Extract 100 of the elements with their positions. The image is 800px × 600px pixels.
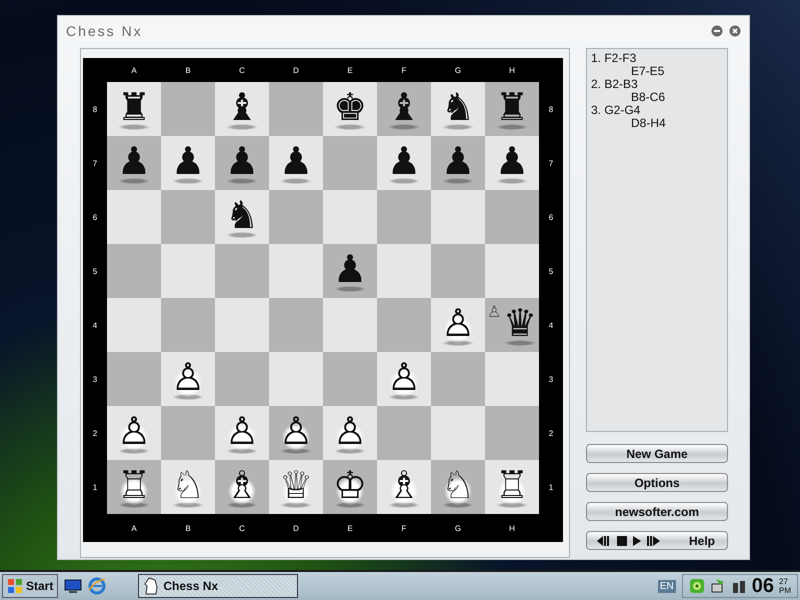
board-square[interactable]	[323, 190, 377, 244]
board-square[interactable]: ♟	[377, 136, 431, 190]
board-square[interactable]	[269, 82, 323, 136]
board-square[interactable]	[161, 82, 215, 136]
board-square[interactable]	[377, 298, 431, 352]
file-label: A	[130, 522, 138, 534]
file-label: D	[292, 522, 300, 534]
play-icon[interactable]	[633, 536, 641, 546]
board-square[interactable]	[485, 406, 539, 460]
board-square[interactable]: ♙♛	[485, 298, 539, 352]
board-square[interactable]	[161, 298, 215, 352]
board-square[interactable]	[431, 190, 485, 244]
browser-icon[interactable]	[88, 577, 106, 595]
board-square[interactable]	[431, 352, 485, 406]
rank-label: 1	[92, 482, 98, 494]
board-square[interactable]: ♖	[485, 460, 539, 514]
board-square[interactable]	[377, 406, 431, 460]
rank-label: 2	[548, 428, 554, 440]
board-square[interactable]	[323, 352, 377, 406]
file-label: C	[238, 64, 246, 76]
board-square[interactable]	[215, 298, 269, 352]
move-text: 3. G2-G4	[591, 104, 642, 117]
flag-icon	[7, 578, 23, 594]
board-square[interactable]: ♘	[161, 460, 215, 514]
board-square[interactable]: ♖	[107, 460, 161, 514]
board-square[interactable]	[161, 190, 215, 244]
board-square[interactable]: ♟	[161, 136, 215, 190]
board-square[interactable]: ♜	[107, 82, 161, 136]
board-square[interactable]: ♚	[323, 82, 377, 136]
rank-label: 4	[92, 320, 98, 332]
menu-button[interactable]: New Game	[586, 444, 728, 463]
board-square[interactable]: ♔	[323, 460, 377, 514]
board-square[interactable]: ♟	[323, 244, 377, 298]
board-square[interactable]: ♘	[431, 460, 485, 514]
board-square[interactable]: ♙	[377, 352, 431, 406]
board-square[interactable]	[485, 352, 539, 406]
board-square[interactable]: ♗	[377, 460, 431, 514]
board-square[interactable]	[323, 298, 377, 352]
rank-label: 1	[548, 482, 554, 494]
board-square[interactable]	[377, 190, 431, 244]
board-square[interactable]	[107, 244, 161, 298]
move-text: 2. B2-B3	[591, 78, 639, 91]
faded-pawn: ♙	[487, 304, 502, 320]
close-icon[interactable]	[729, 25, 741, 37]
board-square[interactable]	[215, 352, 269, 406]
file-label: C	[238, 522, 246, 534]
board-square[interactable]: ♙	[269, 406, 323, 460]
board-square[interactable]	[161, 406, 215, 460]
step-back-icon[interactable]	[597, 536, 611, 546]
board-square[interactable]	[107, 352, 161, 406]
rank-label: 5	[548, 266, 554, 278]
file-label: E	[346, 522, 354, 534]
desktop-icon[interactable]	[64, 578, 82, 594]
start-button[interactable]: Start	[2, 574, 58, 598]
rank-label: 6	[548, 212, 554, 224]
board-square[interactable]: ♙	[431, 298, 485, 352]
board-square[interactable]: ♟	[269, 136, 323, 190]
board-square[interactable]: ♜	[485, 82, 539, 136]
language-indicator[interactable]: EN	[658, 580, 676, 592]
menu-button[interactable]: newsofter.com	[586, 502, 728, 521]
board-square[interactable]	[269, 244, 323, 298]
minimize-icon[interactable]	[711, 25, 723, 37]
rank-label: 3	[548, 374, 554, 386]
board-square[interactable]	[107, 298, 161, 352]
board-square[interactable]	[377, 244, 431, 298]
menu-button[interactable]: Options	[586, 473, 728, 492]
board-square[interactable]: ♝	[377, 82, 431, 136]
rank-label: 8	[548, 104, 554, 116]
board-square[interactable]: ♟	[107, 136, 161, 190]
board-square[interactable]: ♙	[161, 352, 215, 406]
board-square[interactable]: ♙	[215, 406, 269, 460]
board-square[interactable]: ♟	[215, 136, 269, 190]
file-label: D	[292, 64, 300, 76]
file-label: H	[508, 522, 516, 534]
help-button[interactable]: Help	[680, 534, 723, 548]
board-square[interactable]: ♙	[323, 406, 377, 460]
board-square[interactable]: ♞	[215, 190, 269, 244]
board-square[interactable]	[161, 244, 215, 298]
file-label: H	[508, 64, 516, 76]
board-square[interactable]	[269, 298, 323, 352]
board-square[interactable]	[269, 352, 323, 406]
board-square[interactable]: ♝	[215, 82, 269, 136]
board-square[interactable]	[269, 190, 323, 244]
board-square[interactable]: ♟	[431, 136, 485, 190]
rank-label: 4	[548, 320, 554, 332]
board-square[interactable]: ♕	[269, 460, 323, 514]
board-square[interactable]	[107, 190, 161, 244]
board-square[interactable]: ♞	[431, 82, 485, 136]
board-square[interactable]	[431, 244, 485, 298]
board-square[interactable]	[323, 136, 377, 190]
step-forward-icon[interactable]	[647, 536, 661, 546]
board-square[interactable]: ♟	[485, 136, 539, 190]
board-square[interactable]	[485, 244, 539, 298]
stop-icon[interactable]	[617, 536, 627, 546]
taskbar-item[interactable]: Chess Nx	[138, 574, 298, 598]
board-square[interactable]: ♗	[215, 460, 269, 514]
board-square[interactable]: ♙	[107, 406, 161, 460]
board-square[interactable]	[215, 244, 269, 298]
board-square[interactable]	[485, 190, 539, 244]
board-square[interactable]	[431, 406, 485, 460]
